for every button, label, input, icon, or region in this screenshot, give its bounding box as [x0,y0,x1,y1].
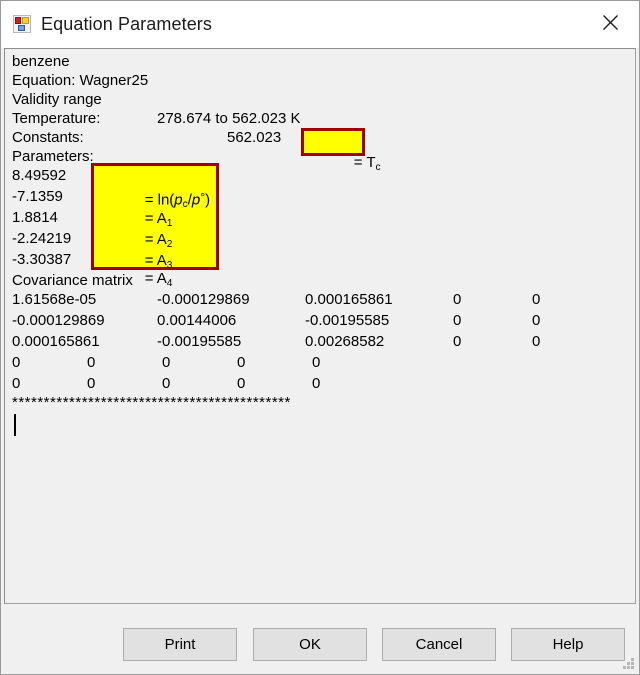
covariance-cell-1-1: 0.00144006 [157,312,237,329]
equation-line: Equation: Wagner25 [12,72,149,89]
parameter-value-2: 1.8814 [12,209,58,226]
covariance-cell-2-1: -0.00195585 [157,333,242,350]
parameter-value-1: -7.1359 [12,188,63,205]
annotation-tc-sub: c [375,161,381,173]
covariance-cell-3-2: 0 [162,354,171,371]
covariance-cell-1-0: -0.000129869 [12,312,105,329]
report-text-area[interactable]: benzene Equation: Wagner25 Validity rang… [4,48,636,604]
validity-range-header: Validity range [12,91,102,108]
separator-line: ****************************************… [12,394,291,411]
covariance-cell-2-0: 0.000165861 [12,333,100,350]
constants-value: 562.023 [227,129,282,146]
equation-parameters-window: Equation Parameters benzene Equation: Wa… [0,0,640,675]
covariance-cell-0-2: 0.000165861 [305,291,393,308]
covariance-cell-0-0: 1.61568e-05 [12,291,97,308]
dialog-button-bar: Print OK Cancel Help [1,604,639,674]
cancel-button[interactable]: Cancel [382,628,496,661]
covariance-cell-3-3: 0 [237,354,246,371]
covariance-cell-0-3: 0 [453,291,462,308]
window-title: Equation Parameters [41,13,212,34]
covariance-cell-4-1: 0 [87,375,96,392]
substance-line: benzene [12,53,70,70]
parameters-label: Parameters: [12,148,94,165]
covariance-cell-2-2: 0.00268582 [305,333,385,350]
annotation-tc-text: = T [353,154,376,171]
parameter-value-4: -3.30387 [12,251,72,268]
covariance-cell-1-3: 0 [453,312,462,329]
covariance-cell-2-3: 0 [453,333,462,350]
print-button[interactable]: Print [123,628,237,661]
covariance-cell-4-3: 0 [237,375,246,392]
covariance-cell-3-4: 0 [312,354,321,371]
covariance-cell-0-4: 0 [532,291,541,308]
constants-label: Constants: [12,129,84,146]
report-content: benzene Equation: Wagner25 Validity rang… [5,49,635,603]
covariance-cell-2-4: 0 [532,333,541,350]
resize-grip[interactable] [622,658,635,671]
covariance-cell-4-2: 0 [162,375,171,392]
windows-form-icon [13,15,31,33]
annotation-tc: = Tc [301,128,381,173]
help-button[interactable]: Help [511,628,625,661]
temperature-label: Temperature: [12,110,101,127]
ok-button[interactable]: OK [253,628,367,661]
temperature-value: 278.674 to 562.023 K [157,110,301,127]
covariance-cell-1-4: 0 [532,312,541,329]
covariance-cell-4-4: 0 [312,375,321,392]
covariance-cell-3-1: 0 [87,354,96,371]
covariance-cell-3-0: 0 [12,354,21,371]
annotation-parameters: = ln(pc/p°) = A1 = A2 = A3 = A4 [91,163,219,289]
covariance-cell-4-0: 0 [12,375,21,392]
parameter-value-0: 8.49592 [12,167,67,184]
parameter-value-3: -2.24219 [12,230,72,247]
covariance-cell-1-2: -0.00195585 [305,312,390,329]
text-caret [14,414,16,436]
close-icon[interactable] [589,5,631,39]
annotation-param-row-4: = A4 [144,270,173,289]
title-bar[interactable]: Equation Parameters [1,1,639,48]
